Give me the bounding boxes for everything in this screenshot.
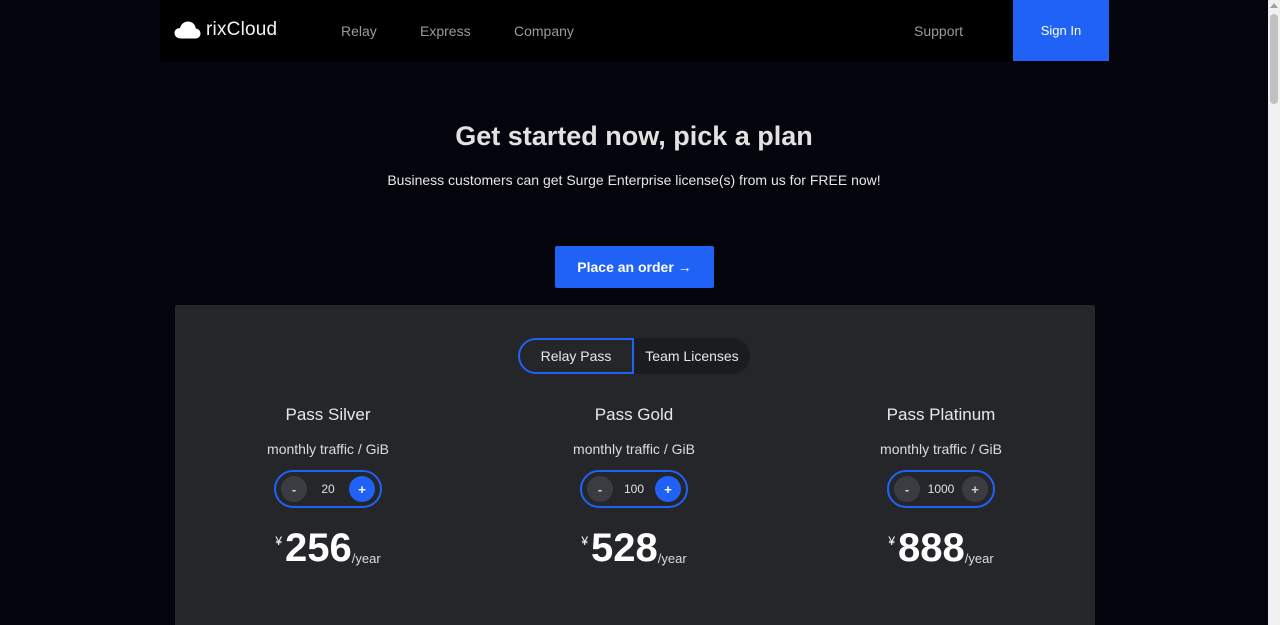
plan-card-platinum: Pass Platinum monthly traffic / GiB - 10… xyxy=(831,405,1051,568)
price: ¥ 528 /year xyxy=(524,528,744,568)
plan-card-gold: Pass Gold monthly traffic / GiB - 100 + … xyxy=(524,405,744,568)
price-period: /year xyxy=(657,551,687,566)
increment-button[interactable]: + xyxy=(655,476,681,502)
price-period: /year xyxy=(964,551,994,566)
nav-link-company[interactable]: Company xyxy=(514,23,574,39)
currency-symbol: ¥ xyxy=(581,534,589,548)
brand-logo[interactable]: rixCloud xyxy=(174,19,277,41)
nav-link-relay[interactable]: Relay xyxy=(341,23,377,39)
scroll-up-icon[interactable] xyxy=(1270,3,1278,8)
traffic-label: monthly traffic / GiB xyxy=(880,441,1002,457)
currency-symbol: ¥ xyxy=(888,534,896,548)
traffic-value: 1000 xyxy=(927,482,955,496)
scroll-thumb[interactable] xyxy=(1270,14,1278,104)
price-amount: 528 xyxy=(591,526,658,570)
tab-relay-pass[interactable]: Relay Pass xyxy=(518,338,634,374)
price-amount: 888 xyxy=(898,526,965,570)
traffic-label: monthly traffic / GiB xyxy=(267,441,389,457)
decrement-button[interactable]: - xyxy=(587,476,613,502)
currency-symbol: ¥ xyxy=(275,534,283,548)
tab-team-licenses[interactable]: Team Licenses xyxy=(634,338,750,374)
top-navbar: rixCloud Relay Express Company Support S… xyxy=(160,0,1110,61)
traffic-label: monthly traffic / GiB xyxy=(573,441,695,457)
traffic-value: 20 xyxy=(321,482,335,496)
plan-name: Pass Platinum xyxy=(886,405,996,424)
price-period: /year xyxy=(351,551,381,566)
plan-card-silver: Pass Silver monthly traffic / GiB - 20 +… xyxy=(218,405,438,568)
price: ¥ 888 /year xyxy=(831,528,1051,568)
pricing-panel: Relay Pass Team Licenses Pass Silver mon… xyxy=(175,305,1095,625)
place-order-button[interactable]: Place an order → xyxy=(555,246,714,288)
nav-link-express[interactable]: Express xyxy=(420,23,471,39)
decrement-button[interactable]: - xyxy=(281,476,307,502)
traffic-value: 100 xyxy=(623,482,645,496)
traffic-stepper: - 20 + xyxy=(274,470,382,508)
sign-in-button[interactable]: Sign In xyxy=(1013,0,1109,61)
page-title: Get started now, pick a plan xyxy=(455,121,813,151)
plan-name: Pass Silver xyxy=(285,405,371,424)
plan-name: Pass Gold xyxy=(594,405,674,424)
nav-link-support[interactable]: Support xyxy=(914,23,963,39)
page-subtitle: Business customers can get Surge Enterpr… xyxy=(387,172,881,188)
decrement-button[interactable]: - xyxy=(894,476,920,502)
traffic-stepper: - 100 + xyxy=(580,470,688,508)
brand-name: rixCloud xyxy=(206,19,278,40)
price: ¥ 256 /year xyxy=(218,528,438,568)
increment-button[interactable]: + xyxy=(348,476,375,502)
vertical-scrollbar[interactable] xyxy=(1268,0,1280,625)
plan-type-toggle: Relay Pass Team Licenses xyxy=(518,338,750,374)
price-amount: 256 xyxy=(285,526,352,570)
increment-button[interactable]: + xyxy=(961,476,988,502)
traffic-stepper: - 1000 + xyxy=(887,470,995,508)
cloud-icon xyxy=(174,21,201,39)
